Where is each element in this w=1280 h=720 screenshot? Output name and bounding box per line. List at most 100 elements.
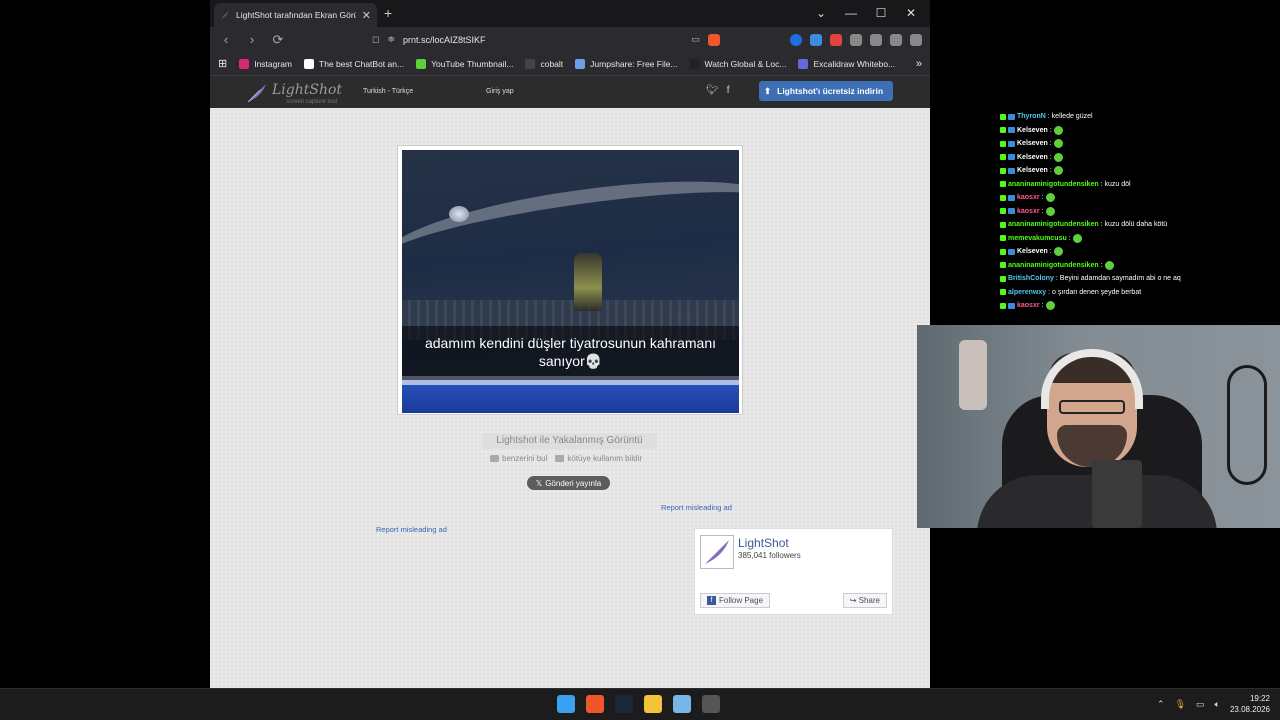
chat-username[interactable]: memevakumcusu [1008, 235, 1067, 242]
bookmark-jumpshare[interactable]: Jumpshare: Free File... [575, 58, 678, 69]
chat-username[interactable]: Kelseven [1017, 248, 1048, 255]
chat-username[interactable]: ThyronN [1017, 113, 1046, 120]
bookmark-instagram[interactable]: Instagram [239, 58, 292, 69]
chat-message: ananinaminigotundensiken: [1000, 259, 1280, 273]
chat-text: : kuzu dölü daha kötü [1100, 221, 1168, 229]
report-misleading-ad-link[interactable]: Report misleading ad [661, 503, 732, 512]
steam-icon[interactable] [615, 695, 633, 713]
social-links: 🐦︎ f [706, 85, 729, 96]
kick-badge-icon [1000, 302, 1006, 309]
brave-shields-icon[interactable] [708, 33, 720, 46]
bookmark-chatbot[interactable]: The best ChatBot an... [304, 58, 404, 69]
chat-username[interactable]: Kelseven [1017, 140, 1048, 147]
bookmark-excalidraw[interactable]: Excalidraw Whitebo... [798, 58, 895, 69]
chat-username[interactable]: ananinaminigotundensiken [1008, 181, 1099, 188]
chat-text: : [1041, 302, 1044, 310]
audio-icon[interactable] [790, 33, 802, 46]
fb-page-name[interactable]: LightShot [738, 536, 789, 550]
maximize-button[interactable]: ☐ [866, 3, 896, 23]
tab-close-icon[interactable]: ✕ [362, 9, 371, 22]
chat-username[interactable]: Kelseven [1017, 154, 1048, 161]
reload-icon[interactable]: ⟳ [270, 32, 286, 48]
app-red-badge-icon[interactable] [702, 695, 720, 713]
excalidraw-icon [798, 58, 809, 69]
bookmark-icon[interactable]: ◻ [372, 34, 379, 45]
chat-username[interactable]: Kelseven [1017, 127, 1048, 134]
report-abuse-link[interactable]: kötüye kullanım bildir [555, 454, 642, 463]
chat-message: Kelseven: [1000, 124, 1280, 138]
extensions-puzzle-icon[interactable] [850, 33, 862, 46]
clock[interactable]: 19:22 23.08.2026 [1230, 693, 1270, 715]
new-tab-button[interactable]: + [384, 5, 392, 21]
cast-icon[interactable]: ▭ [691, 34, 700, 45]
chat-text: : kellede güzel [1047, 113, 1093, 121]
login-link[interactable]: Giriş yap [486, 88, 514, 95]
kick-badge-icon [1000, 167, 1006, 174]
screenshot-image[interactable]: adamım kendini düşler tiyatrosunun kahra… [402, 150, 739, 413]
site-info-icon[interactable]: ≑ [387, 34, 395, 45]
menu-icon[interactable] [910, 33, 922, 46]
tab-search-icon[interactable]: ⌄ [806, 3, 836, 23]
facebook-icon[interactable]: f [727, 85, 730, 96]
stadium-light [449, 206, 469, 222]
windows-start-icon[interactable] [557, 695, 575, 713]
bookmark-youtube-thumbnail[interactable]: YouTube Thumbnail... [416, 58, 513, 69]
language-selector[interactable]: Turkish - Türkçe [363, 88, 413, 95]
microphone-icon[interactable]: 🎙︎ [1175, 699, 1186, 710]
share-button[interactable]: ↪ Share [842, 593, 887, 608]
vpn-icon[interactable] [890, 33, 902, 46]
twitter-icon[interactable]: 🐦︎ [706, 85, 719, 96]
bookmark-label: Jumpshare: Free File... [590, 58, 678, 69]
active-tab[interactable]: LightShot tarafından Ekran Görü ✕ [214, 3, 377, 27]
stadium-roof [402, 162, 739, 298]
chat-message: ThyronN: kellede güzel [1000, 110, 1280, 124]
file-explorer-icon[interactable] [644, 695, 662, 713]
apps-grid-icon[interactable]: ⊞ [218, 57, 227, 70]
minimize-button[interactable]: — [836, 3, 866, 23]
chat-text: : [1049, 153, 1052, 161]
chat-message: Kelseven: [1000, 245, 1280, 259]
bookmark-watch-global[interactable]: Watch Global & Loc... [689, 58, 786, 69]
chat-username[interactable]: Kelseven [1017, 167, 1048, 174]
extension-red-icon[interactable] [830, 33, 842, 46]
chat-username[interactable]: kaosxr [1017, 194, 1040, 201]
bookmark-cobalt[interactable]: cobalt [525, 58, 563, 69]
chat-username[interactable]: ananinaminigotundensiken [1008, 262, 1099, 269]
find-similar-link[interactable]: benzerini bul [490, 454, 547, 463]
subscriber-badge-icon [1008, 302, 1015, 309]
chat-username[interactable]: ananinaminigotundensiken [1008, 221, 1099, 228]
url-field[interactable]: ◻ ≑ prnt.sc/locAIZ8tSIKF ▭ [366, 29, 726, 50]
kick-badge-icon [1000, 140, 1006, 147]
report-misleading-ad-link[interactable]: Report misleading ad [376, 525, 447, 534]
extension-blue-icon[interactable] [810, 33, 822, 46]
brave-icon[interactable] [586, 695, 604, 713]
stream-chat: ThyronN: kellede güzel Kelseven: Kelseven:… [1000, 110, 1280, 313]
chat-username[interactable]: alperenwxy [1008, 289, 1046, 296]
chat-username[interactable]: kaosxr [1017, 302, 1040, 309]
download-button[interactable]: ⬆ Lightshot'ı ücretsiz indirin [759, 81, 893, 101]
chat-text: : [1049, 126, 1052, 134]
close-window-button[interactable]: ✕ [896, 3, 926, 23]
follow-page-button[interactable]: f Follow Page [700, 593, 771, 608]
media-icon[interactable] [870, 33, 882, 46]
bookmarks-overflow-icon[interactable]: » [916, 58, 922, 70]
lightshot-logo[interactable]: LightShot screen capture tool [246, 81, 342, 105]
lightshot-avatar[interactable] [700, 535, 734, 569]
volume-icon[interactable]: 🔈︎ [1215, 699, 1220, 710]
tweet-label: Gönderi yayınla [545, 478, 602, 488]
tweet-button[interactable]: 𝕏 Gönderi yayınla [527, 476, 610, 490]
chat-username[interactable]: BritishColony [1008, 275, 1054, 282]
chevron-up-icon[interactable]: ⌃ [1157, 699, 1165, 710]
chat-message: kaosxr: [1000, 191, 1280, 205]
photos-icon[interactable] [673, 695, 691, 713]
screenshot-frame: adamım kendini düşler tiyatrosunun kahra… [397, 145, 743, 415]
lightshot-header: LightShot screen capture tool Turkish - … [210, 76, 930, 108]
kick-badge-icon [1000, 289, 1006, 296]
chat-username[interactable]: kaosxr [1017, 208, 1040, 215]
subscriber-badge-icon [1008, 140, 1015, 147]
forward-icon[interactable]: › [244, 32, 260, 47]
chat-text: : [1041, 194, 1044, 202]
display-icon[interactable]: ▭ [1196, 699, 1205, 710]
back-icon[interactable]: ‹ [218, 32, 234, 47]
brand-name: LightShot [272, 82, 343, 98]
